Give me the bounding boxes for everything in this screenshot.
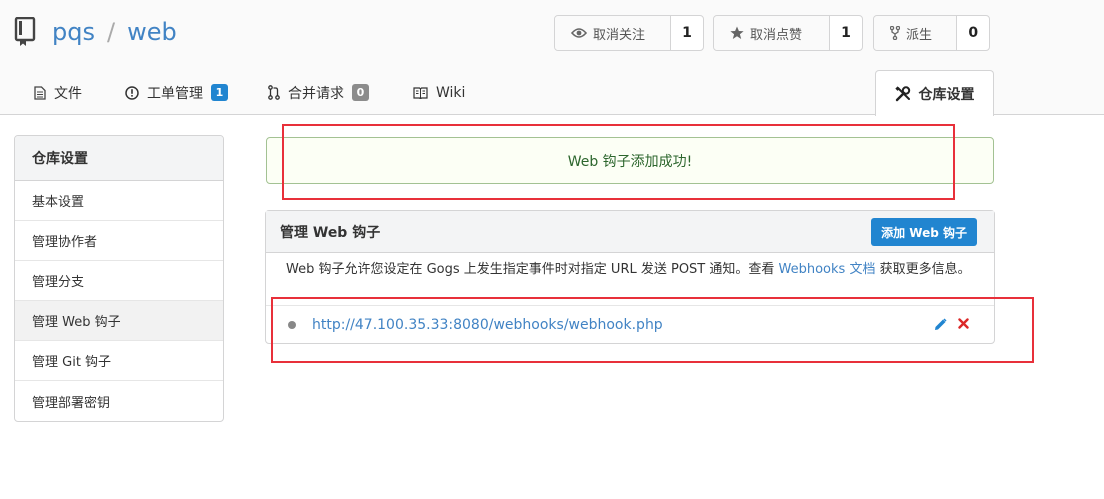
repo-header: pqs / web 取消关注 1 取消点赞 1 派生 0 文件 工单管理 1 合…: [0, 0, 1104, 116]
tab-files[interactable]: 文件: [34, 70, 82, 115]
tab-pull-requests[interactable]: 合并请求 0: [268, 70, 369, 115]
repo-owner-link[interactable]: pqs: [52, 18, 95, 46]
watch-count[interactable]: 1: [671, 16, 703, 50]
sidebar-item-git-hooks[interactable]: 管理 Git 钩子: [15, 341, 223, 381]
fork-button[interactable]: 派生: [874, 16, 958, 50]
sidebar-item-options[interactable]: 基本设置: [15, 181, 223, 221]
book-icon: [14, 17, 36, 46]
star-group: 取消点赞 1: [713, 15, 863, 51]
sidebar-item-collaborators[interactable]: 管理协作者: [15, 221, 223, 261]
sidebar-item-webhooks[interactable]: 管理 Web 钩子: [15, 301, 223, 341]
tab-settings[interactable]: 仓库设置: [875, 70, 994, 116]
issue-opened-icon: [125, 85, 139, 100]
repo-title: pqs / web: [14, 14, 177, 50]
issues-count-badge: 1: [211, 84, 228, 101]
sidebar-title: 仓库设置: [15, 136, 223, 181]
pencil-icon[interactable]: [934, 318, 947, 331]
watch-group: 取消关注 1: [554, 15, 704, 51]
fork-group: 派生 0: [873, 15, 990, 51]
webhook-url-link[interactable]: http://47.100.35.33:8080/webhooks/webhoo…: [312, 317, 663, 333]
sidebar-item-branches[interactable]: 管理分支: [15, 261, 223, 301]
webhook-list-item: http://47.100.35.33:8080/webhooks/webhoo…: [266, 306, 994, 344]
pulls-count-badge: 0: [352, 84, 369, 101]
star-icon: [730, 26, 744, 39]
webhooks-panel-header: 管理 Web 钩子 添加 Web 钩子: [266, 211, 994, 253]
add-webhook-button[interactable]: 添加 Web 钩子: [871, 218, 977, 246]
fork-count[interactable]: 0: [957, 16, 989, 50]
success-message: Web 钩子添加成功!: [266, 137, 994, 184]
status-dot-icon: [288, 321, 296, 329]
tab-issues-label: 工单管理: [147, 85, 203, 102]
tab-settings-label: 仓库设置: [918, 86, 975, 103]
tab-issues[interactable]: 工单管理 1: [125, 70, 228, 115]
eye-icon: [571, 28, 587, 38]
delete-icon[interactable]: [958, 318, 969, 329]
webhooks-docs-link[interactable]: Webhooks 文档: [779, 262, 876, 277]
success-message-text: Web 钩子添加成功!: [567, 153, 693, 170]
pull-request-icon: [268, 85, 280, 100]
tools-icon: [894, 85, 910, 101]
tab-pull-requests-label: 合并请求: [288, 85, 344, 102]
star-count[interactable]: 1: [830, 16, 862, 50]
webhooks-description-tail: 获取更多信息。: [875, 262, 971, 277]
sidebar-item-deploy-keys[interactable]: 管理部署密钥: [15, 381, 223, 421]
repo-name-link[interactable]: web: [127, 18, 177, 46]
unstar-label: 取消点赞: [750, 27, 803, 43]
unwatch-button[interactable]: 取消关注: [555, 16, 671, 50]
webhooks-description: Web 钩子允许您设定在 Gogs 上发生指定事件时对指定 URL 发送 POS…: [266, 253, 994, 306]
tab-files-label: 文件: [54, 85, 82, 102]
tab-wiki-label: Wiki: [436, 84, 466, 101]
file-icon: [34, 85, 46, 100]
webhooks-panel: 管理 Web 钩子 添加 Web 钩子 Web 钩子允许您设定在 Gogs 上发…: [265, 210, 995, 344]
fork-icon: [890, 26, 900, 40]
webhooks-description-text: Web 钩子允许您设定在 Gogs 上发生指定事件时对指定 URL 发送 POS…: [286, 262, 779, 277]
fork-label: 派生: [906, 27, 933, 43]
repo-separator: /: [106, 18, 116, 46]
tab-wiki[interactable]: Wiki: [413, 70, 465, 115]
book-open-icon: [413, 86, 428, 99]
webhooks-title: 管理 Web 钩子: [280, 224, 381, 241]
unwatch-label: 取消关注: [593, 27, 646, 43]
settings-sidebar: 仓库设置 基本设置 管理协作者 管理分支 管理 Web 钩子 管理 Git 钩子…: [14, 135, 224, 422]
unstar-button[interactable]: 取消点赞: [714, 16, 830, 50]
